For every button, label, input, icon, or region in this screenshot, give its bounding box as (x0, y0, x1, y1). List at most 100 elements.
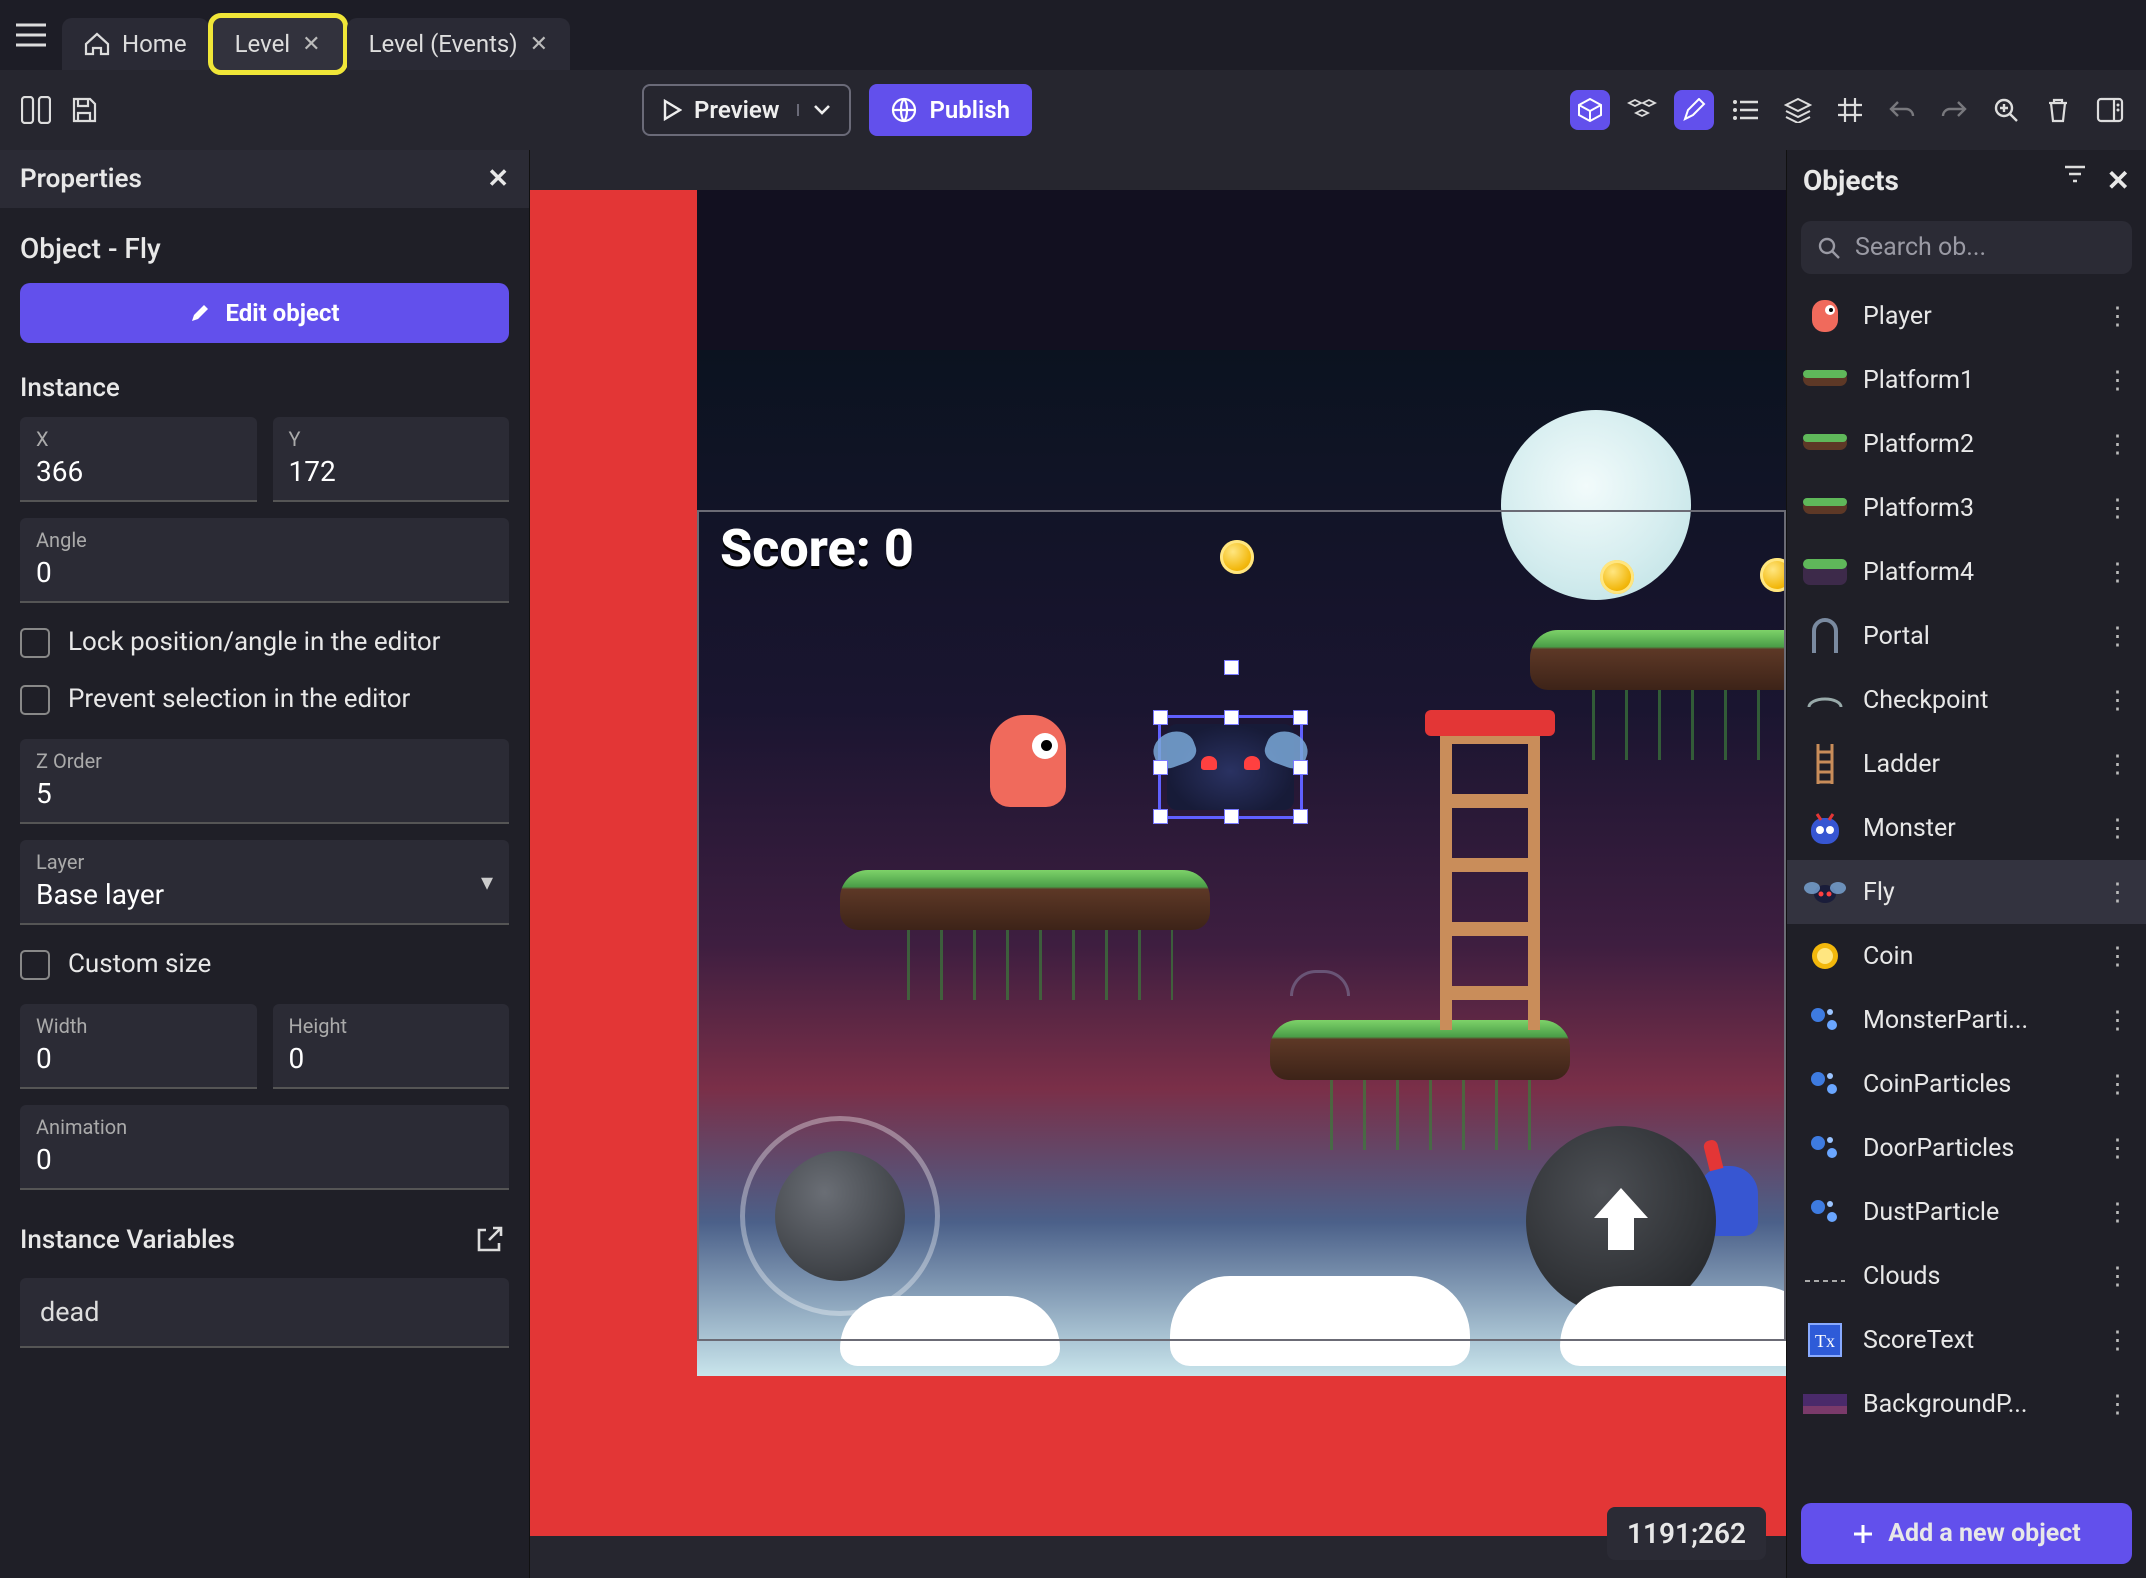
zorder-field[interactable]: Z Order 5 (20, 739, 509, 824)
prevent-selection-checkbox-row[interactable]: Prevent selection in the editor (20, 682, 509, 717)
trash-icon[interactable] (2038, 90, 2078, 130)
y-field[interactable]: Y 172 (273, 417, 510, 502)
coin-object[interactable] (1600, 560, 1634, 594)
cubes-icon[interactable] (1622, 90, 1662, 130)
object-item-player[interactable]: Player ⋮ (1787, 284, 2146, 348)
redo-icon[interactable] (1934, 90, 1974, 130)
object-item-platform1[interactable]: Platform1⋮ (1787, 348, 2146, 412)
cube-icon[interactable] (1570, 90, 1610, 130)
more-icon[interactable]: ⋮ (2105, 685, 2130, 715)
preview-label: Preview (694, 96, 779, 124)
checkbox[interactable] (20, 685, 50, 715)
objects-search-input[interactable]: Search ob... (1801, 221, 2132, 274)
object-item-label: Player (1863, 302, 1932, 331)
object-item-coinparticles[interactable]: CoinParticles⋮ (1787, 1052, 2146, 1116)
more-icon[interactable]: ⋮ (2105, 1069, 2130, 1099)
height-field[interactable]: Height 0 (273, 1004, 510, 1089)
close-icon[interactable]: ✕ (302, 32, 320, 57)
object-item-platform3[interactable]: Platform3⋮ (1787, 476, 2146, 540)
close-icon[interactable]: ✕ (487, 164, 509, 194)
close-icon[interactable]: ✕ (2107, 164, 2130, 197)
coin-object[interactable] (1760, 558, 1786, 592)
platform-object[interactable] (840, 870, 1210, 930)
angle-field[interactable]: Angle 0 (20, 518, 509, 603)
object-item-doorparticles[interactable]: DoorParticles⋮ (1787, 1116, 2146, 1180)
more-icon[interactable]: ⋮ (2105, 621, 2130, 651)
settings-panel-icon[interactable] (2090, 90, 2130, 130)
more-icon[interactable]: ⋮ (2105, 749, 2130, 779)
object-item-monster[interactable]: Monster⋮ (1787, 796, 2146, 860)
fly-object[interactable] (1167, 724, 1294, 810)
more-icon[interactable]: ⋮ (2105, 1005, 2130, 1035)
more-icon[interactable]: ⋮ (2105, 877, 2130, 907)
coin-thumb (1803, 934, 1847, 978)
object-item-monsterparti-[interactable]: MonsterParti...⋮ (1787, 988, 2146, 1052)
more-icon[interactable]: ⋮ (2105, 301, 2130, 331)
object-item-coin[interactable]: Coin ⋮ (1787, 924, 2146, 988)
fly-thumb (1803, 870, 1847, 914)
save-icon[interactable] (64, 90, 104, 130)
object-item-checkpoint[interactable]: Checkpoint⋮ (1787, 668, 2146, 732)
object-item-portal[interactable]: Portal ⋮ (1787, 604, 2146, 668)
edit-icon[interactable] (1674, 90, 1714, 130)
more-icon[interactable]: ⋮ (2105, 1325, 2130, 1355)
object-item-platform2[interactable]: Platform2⋮ (1787, 412, 2146, 476)
grid-icon[interactable] (1830, 90, 1870, 130)
add-object-button[interactable]: Add a new object (1801, 1503, 2132, 1564)
ladder-object[interactable] (1440, 730, 1540, 1030)
player-object[interactable] (990, 715, 1066, 807)
chevron-down-icon[interactable] (797, 104, 831, 116)
tab-level-events[interactable]: Level (Events) ✕ (347, 18, 571, 70)
object-item-label: Coin (1863, 942, 1913, 971)
more-icon[interactable]: ⋮ (2105, 813, 2130, 843)
object-item-label: Portal (1863, 622, 1930, 651)
object-item-backgroundp-[interactable]: BackgroundP...⋮ (1787, 1372, 2146, 1436)
zoom-icon[interactable] (1986, 90, 2026, 130)
more-icon[interactable]: ⋮ (2105, 941, 2130, 971)
object-item-ladder[interactable]: Ladder⋮ (1787, 732, 2146, 796)
publish-button[interactable]: Publish (869, 84, 1032, 136)
scene-canvas[interactable]: Score: 0 (530, 150, 1786, 1578)
search-placeholder: Search ob... (1855, 233, 1986, 262)
variable-name[interactable]: dead (20, 1278, 509, 1348)
more-icon[interactable]: ⋮ (2105, 1133, 2130, 1163)
properties-panel: Properties ✕ Object - Fly Edit object In… (0, 150, 530, 1578)
lock-position-checkbox-row[interactable]: Lock position/angle in the editor (20, 625, 509, 660)
layer-select[interactable]: Layer Base layer ▾ (20, 840, 509, 925)
more-icon[interactable]: ⋮ (2105, 1389, 2130, 1419)
tab-home[interactable]: Home (62, 18, 209, 70)
undo-icon[interactable] (1882, 90, 1922, 130)
fly-selection[interactable] (1158, 715, 1303, 819)
more-icon[interactable]: ⋮ (2105, 493, 2130, 523)
x-field[interactable]: X 366 (20, 417, 257, 502)
coin-object[interactable] (1220, 540, 1254, 574)
preview-button[interactable]: Preview (642, 84, 851, 136)
ladder-top (1425, 710, 1555, 736)
object-item-scoretext[interactable]: TxScoreText⋮ (1787, 1308, 2146, 1372)
object-item-fly[interactable]: Fly⋮ (1787, 860, 2146, 924)
filter-icon[interactable] (2063, 164, 2087, 197)
object-item-clouds[interactable]: Clouds⋮ (1787, 1244, 2146, 1308)
more-icon[interactable]: ⋮ (2105, 429, 2130, 459)
more-icon[interactable]: ⋮ (2105, 1197, 2130, 1227)
list-icon[interactable] (1726, 90, 1766, 130)
custom-size-checkbox-row[interactable]: Custom size (20, 947, 509, 982)
object-item-platform4[interactable]: Platform4⋮ (1787, 540, 2146, 604)
checkbox[interactable] (20, 628, 50, 658)
tab-level[interactable]: Level ✕ (213, 18, 343, 70)
object-item-dustparticle[interactable]: DustParticle⋮ (1787, 1180, 2146, 1244)
layers-icon[interactable] (1778, 90, 1818, 130)
platform-object[interactable] (1530, 630, 1786, 690)
animation-field[interactable]: Animation 0 (20, 1105, 509, 1190)
more-icon[interactable]: ⋮ (2105, 557, 2130, 587)
more-icon[interactable]: ⋮ (2105, 1261, 2130, 1291)
menu-icon[interactable] (8, 12, 54, 58)
panel-toggle-icon[interactable] (16, 90, 56, 130)
edit-object-button[interactable]: Edit object (20, 283, 509, 343)
field-value: 0 (289, 1042, 494, 1075)
width-field[interactable]: Width 0 (20, 1004, 257, 1089)
checkbox[interactable] (20, 950, 50, 980)
more-icon[interactable]: ⋮ (2105, 365, 2130, 395)
open-external-icon[interactable] (469, 1220, 509, 1260)
close-icon[interactable]: ✕ (530, 32, 548, 57)
